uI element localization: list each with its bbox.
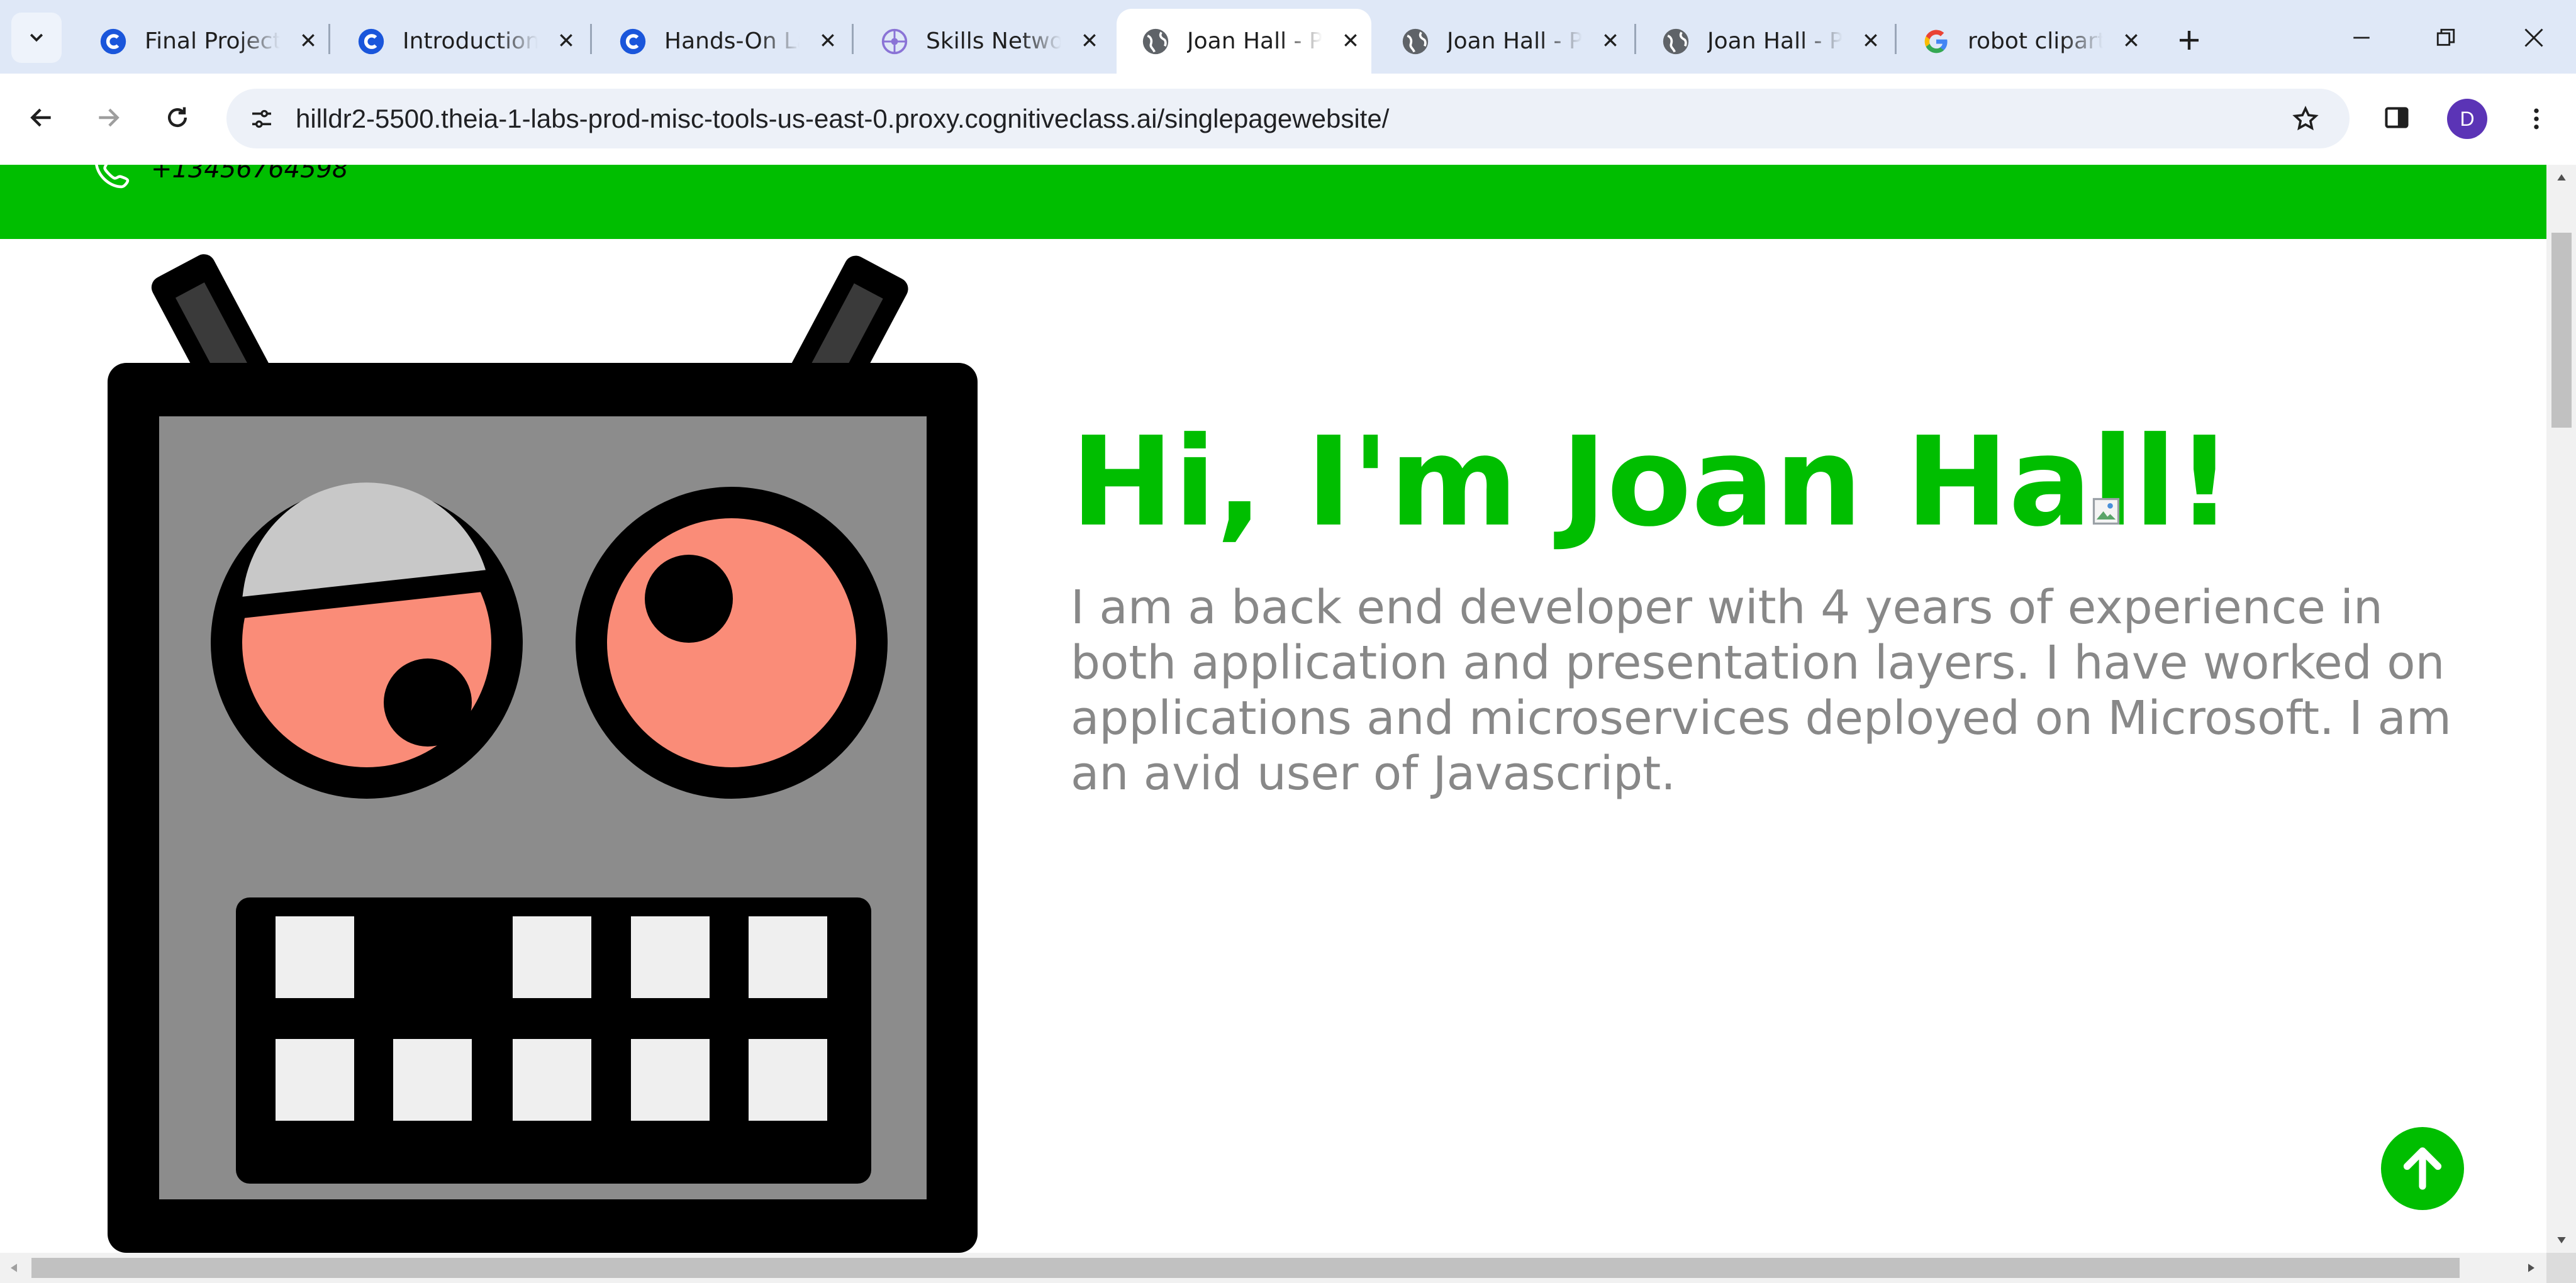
- contact-bar: +13456764598: [0, 165, 2546, 239]
- tab-final-project[interactable]: Final Project: [74, 9, 329, 74]
- star-icon: [2292, 106, 2319, 131]
- tab-robot-clipart[interactable]: robot clipart: [1897, 9, 2152, 74]
- close-icon[interactable]: [814, 26, 842, 54]
- scroll-to-top-button[interactable]: [2381, 1127, 2464, 1210]
- minimize-icon: [2353, 36, 2370, 39]
- vertical-scrollbar[interactable]: [2546, 165, 2576, 1253]
- tab-title: Joan Hall - P: [1447, 28, 1582, 54]
- profile-avatar[interactable]: D: [2447, 99, 2487, 139]
- tune-icon: [252, 109, 271, 128]
- globe-icon: [1402, 28, 1429, 55]
- horizontal-scrollbar-thumb[interactable]: [31, 1258, 2460, 1278]
- tab-title: Hands-On La: [664, 28, 800, 54]
- side-panel-icon: [2385, 107, 2409, 128]
- phone-icon: [95, 165, 130, 189]
- chevron-down-icon: [30, 33, 43, 42]
- restore-icon: [2436, 28, 2455, 46]
- close-icon[interactable]: [552, 26, 580, 54]
- tab-title: Skills Networ: [926, 28, 1061, 54]
- tab-divider: [1895, 24, 1897, 54]
- scroll-up-arrow-icon[interactable]: [2554, 170, 2569, 185]
- hero-heading: Hi, I'm Joan Hall!: [1071, 411, 2233, 554]
- arrow-left-icon: [30, 108, 51, 127]
- forward-button[interactable]: [88, 97, 128, 138]
- cognitiveclass-icon: [620, 28, 646, 55]
- tab-joan-hall-2[interactable]: Joan Hall - P: [1376, 9, 1631, 74]
- tab-divider: [852, 24, 854, 54]
- restore-button[interactable]: [2427, 19, 2465, 57]
- tab-title: robot clipart: [1968, 28, 2103, 54]
- scroll-down-arrow-icon[interactable]: [2554, 1233, 2569, 1248]
- tab-title: Joan Hall - P: [1187, 28, 1322, 54]
- page-viewport: +13456764598 Hi, I'm Joan Hall! I am a b…: [0, 165, 2546, 1253]
- plus-icon: [2180, 31, 2199, 50]
- reload-icon: [167, 107, 187, 128]
- browser-toolbar: hilldr2-5500.theia-1-labs-prod-misc-tool…: [0, 74, 2576, 166]
- cognitiveclass-icon: [358, 28, 384, 55]
- tab-divider: [590, 24, 592, 54]
- arrow-up-icon: [2403, 1147, 2442, 1190]
- minimize-button[interactable]: [2343, 19, 2380, 57]
- close-icon[interactable]: [1337, 26, 1364, 54]
- scroll-right-arrow-icon[interactable]: [2524, 1260, 2539, 1275]
- about-paragraph: I am a back end developer with 4 years o…: [1071, 580, 2451, 801]
- tab-hands-on-lab[interactable]: Hands-On La: [594, 9, 849, 74]
- close-window-button[interactable]: [2515, 19, 2553, 57]
- back-button[interactable]: [21, 97, 62, 138]
- globe-icon: [1663, 28, 1689, 55]
- address-bar[interactable]: hilldr2-5500.theia-1-labs-prod-misc-tool…: [226, 89, 2350, 148]
- reload-button[interactable]: [157, 97, 198, 138]
- tab-title: Introduction: [403, 28, 538, 54]
- tab-divider: [328, 24, 330, 54]
- phone-number[interactable]: +13456764598: [151, 165, 348, 185]
- close-icon: [2524, 28, 2543, 47]
- close-icon[interactable]: [2117, 26, 2145, 54]
- tab-divider: [1634, 24, 1636, 54]
- site-info-button[interactable]: [242, 99, 282, 139]
- tab-introduction[interactable]: Introduction: [332, 9, 587, 74]
- cognitiveclass-icon: [100, 28, 126, 55]
- tab-title: Final Project: [145, 28, 280, 54]
- tab-skills-network[interactable]: Skills Networ: [856, 9, 1110, 74]
- side-panel-button[interactable]: [2378, 99, 2416, 136]
- tab-search-button[interactable]: [11, 13, 62, 63]
- arrow-right-icon: [99, 108, 120, 127]
- close-icon[interactable]: [1076, 26, 1103, 54]
- broken-image-icon: [2092, 497, 2120, 525]
- google-icon: [1924, 30, 1948, 53]
- new-tab-button[interactable]: [2172, 23, 2207, 58]
- scroll-left-arrow-icon[interactable]: [6, 1260, 21, 1275]
- vertical-scrollbar-thumb[interactable]: [2551, 233, 2572, 428]
- browser-menu-button[interactable]: [2516, 99, 2556, 139]
- globe-icon: [1142, 28, 1169, 55]
- url-text[interactable]: hilldr2-5500.theia-1-labs-prod-misc-tool…: [296, 104, 1389, 134]
- bookmark-button[interactable]: [2287, 100, 2324, 138]
- tab-title: Joan Hall - P: [1707, 28, 1843, 54]
- tab-strip: Final Project Introduction Hands-On La S…: [0, 0, 2576, 74]
- horizontal-scrollbar[interactable]: [0, 1253, 2546, 1283]
- more-vert-icon: [2534, 108, 2539, 130]
- tab-joan-hall-active[interactable]: Joan Hall - P: [1117, 9, 1371, 74]
- scrollbar-corner: [2546, 1253, 2576, 1283]
- close-icon[interactable]: [1857, 26, 1885, 54]
- close-icon[interactable]: [1597, 26, 1624, 54]
- tab-joan-hall-3[interactable]: Joan Hall - P: [1637, 9, 1892, 74]
- skills-network-icon: [881, 28, 908, 55]
- close-icon[interactable]: [294, 26, 322, 54]
- robot-image: [108, 254, 978, 1253]
